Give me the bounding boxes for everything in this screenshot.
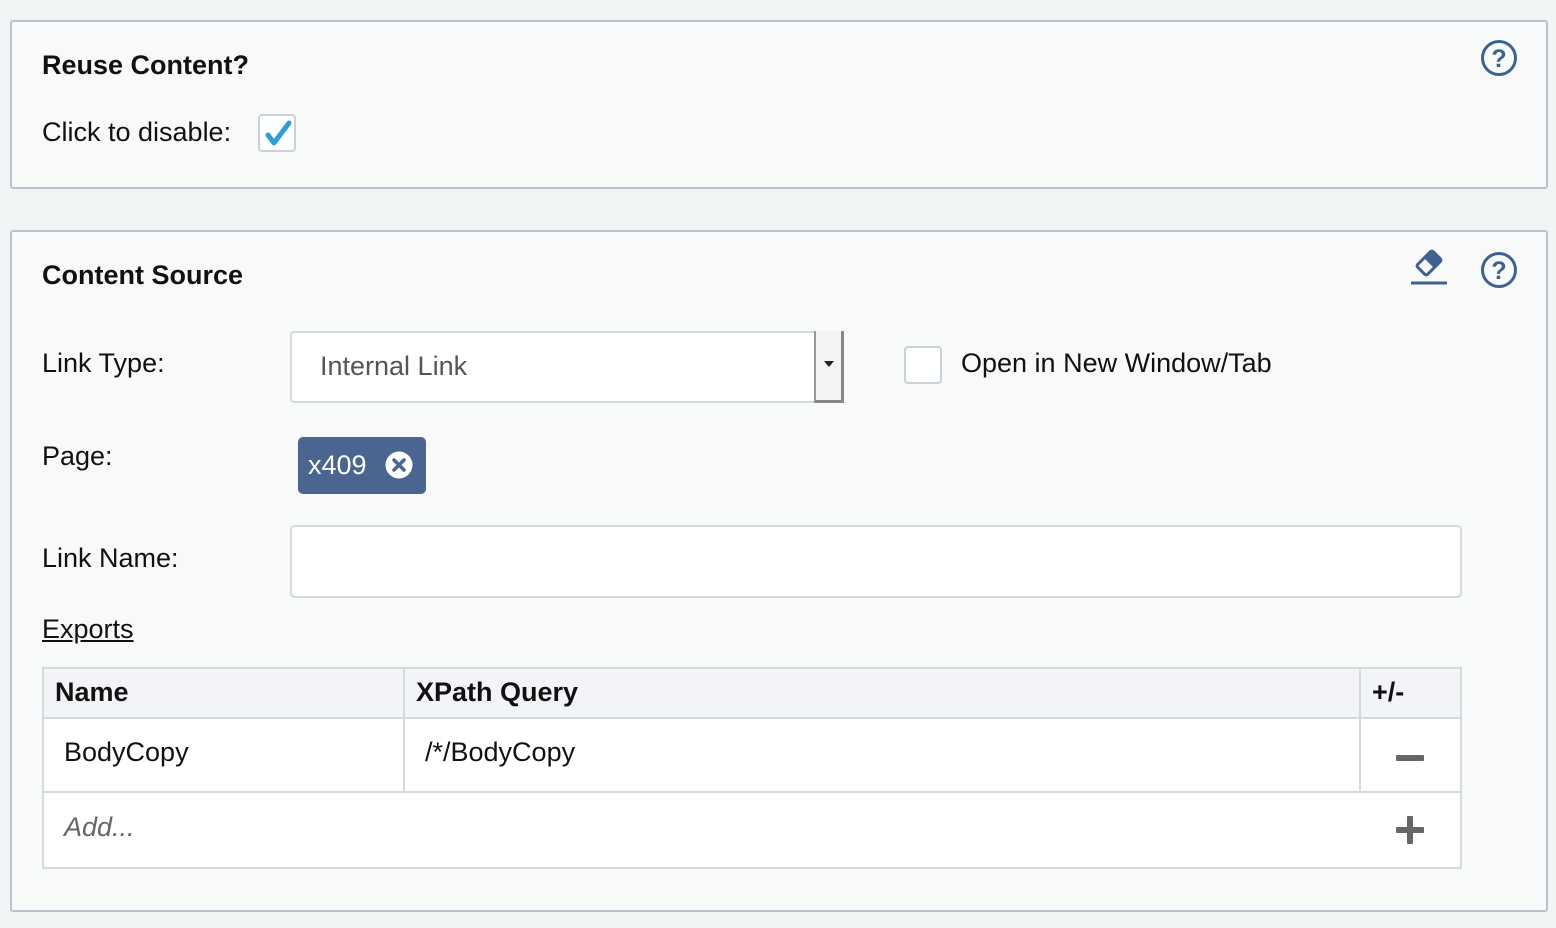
minus-icon[interactable] xyxy=(1396,750,1424,768)
svg-text:?: ? xyxy=(1491,257,1506,285)
table-row: BodyCopy /*/BodyCopy xyxy=(44,719,1460,793)
reuse-disable-checkbox[interactable] xyxy=(258,114,296,152)
link-type-select[interactable]: Internal Link xyxy=(290,331,844,403)
page-label: Page: xyxy=(42,441,113,471)
page-tag: x409 xyxy=(298,437,426,494)
link-type-value: Internal Link xyxy=(320,351,468,381)
exports-link[interactable]: Exports xyxy=(42,614,134,645)
add-placeholder: Add... xyxy=(64,812,135,842)
new-window-label: Open in New Window/Tab xyxy=(961,348,1272,378)
checkmark-icon xyxy=(265,120,292,146)
content-source-title: Content Source xyxy=(42,260,244,290)
column-header-xpath: XPath Query xyxy=(416,677,579,707)
exports-table: Name XPath Query +/- BodyCopy /*/BodyCop… xyxy=(42,667,1462,869)
dropdown-toggle[interactable] xyxy=(814,331,844,403)
page-tag-text: x409 xyxy=(308,450,367,480)
export-name-cell: BodyCopy xyxy=(64,737,189,767)
caret-down-icon xyxy=(824,361,834,367)
link-type-label: Link Type: xyxy=(42,348,165,378)
reuse-content-title: Reuse Content? xyxy=(42,50,250,80)
link-name-label: Link Name: xyxy=(42,543,179,573)
column-header-name: Name xyxy=(55,677,129,707)
content-source-panel: Content Source ? Link Type: Internal Lin… xyxy=(10,230,1548,912)
svg-text:?: ? xyxy=(1491,45,1506,73)
new-window-checkbox[interactable] xyxy=(904,346,942,384)
help-icon[interactable]: ? xyxy=(1480,39,1518,77)
eraser-icon[interactable] xyxy=(1409,247,1449,287)
link-name-input[interactable] xyxy=(290,525,1462,598)
click-to-disable-label: Click to disable: xyxy=(42,117,232,147)
table-header-row: Name XPath Query +/- xyxy=(44,669,1460,719)
column-header-add-remove: +/- xyxy=(1372,677,1405,707)
remove-icon[interactable] xyxy=(384,450,414,480)
plus-icon[interactable] xyxy=(1396,816,1424,849)
add-row: Add... xyxy=(44,793,1460,867)
help-icon[interactable]: ? xyxy=(1480,251,1518,289)
export-xpath-cell: /*/BodyCopy xyxy=(425,737,576,767)
reuse-content-panel: Reuse Content? ? Click to disable: xyxy=(10,20,1548,189)
